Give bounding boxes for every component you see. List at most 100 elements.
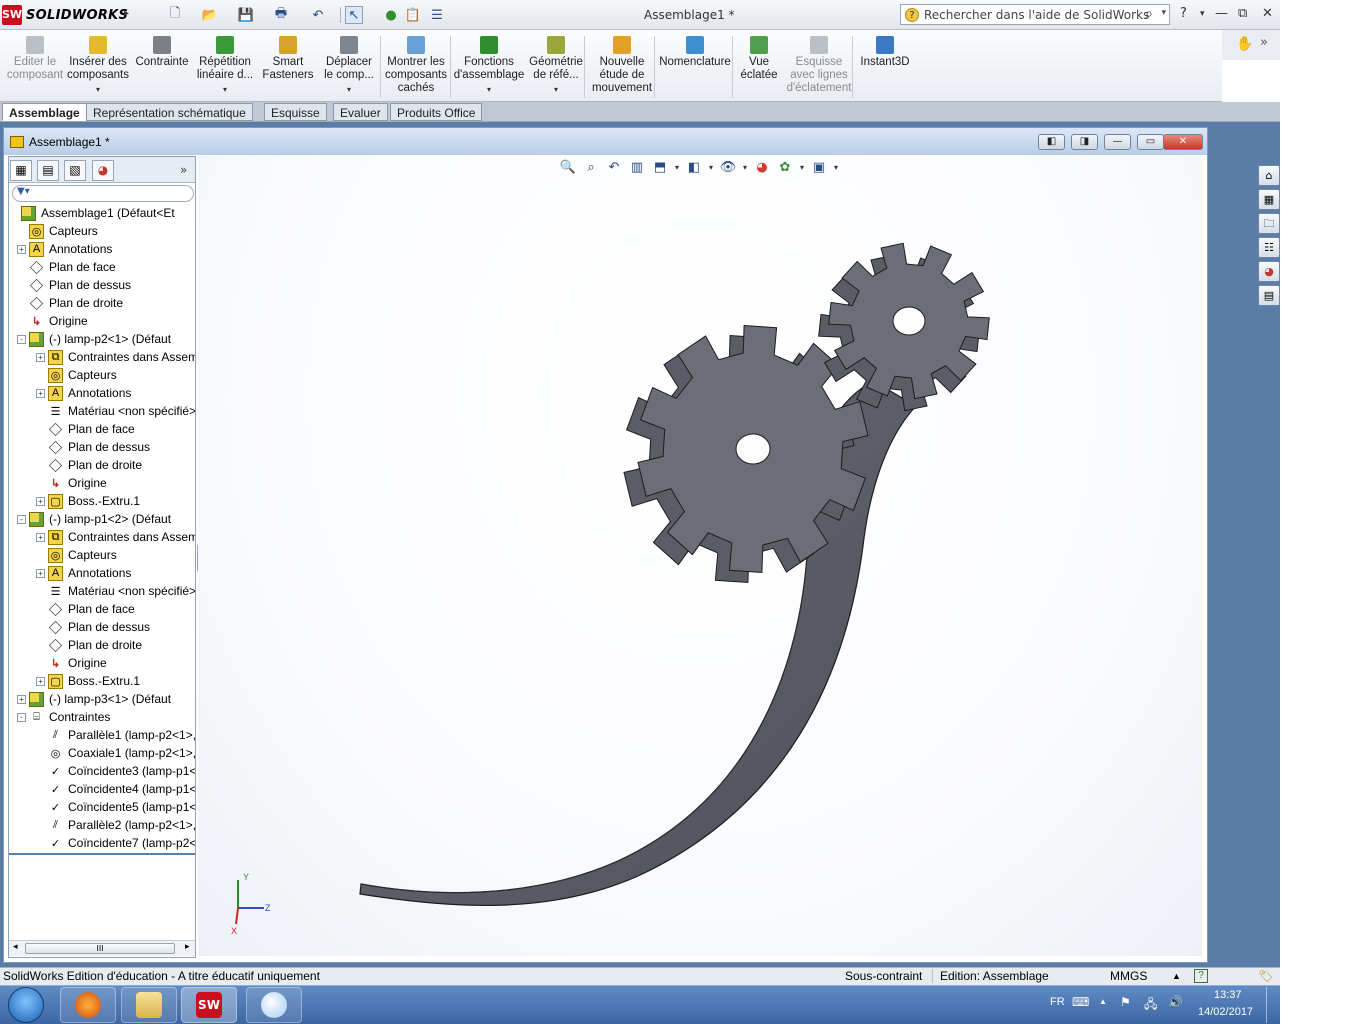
tree-item[interactable]: Plan de droite bbox=[17, 294, 123, 312]
tree-item[interactable]: ⫽ Parallèle1 (lamp-p2<1>, bbox=[36, 726, 195, 744]
featuremanager-tab-icon[interactable]: ▦ bbox=[10, 160, 32, 181]
help-status-icon[interactable]: ? bbox=[1194, 969, 1208, 983]
expand-icon[interactable]: + bbox=[36, 676, 45, 686]
language-indicator[interactable]: FR bbox=[1050, 996, 1065, 1008]
explorer-taskbar-button[interactable] bbox=[121, 987, 177, 1023]
clock-date[interactable]: 14/02/2017 bbox=[1198, 1006, 1253, 1018]
tree-item[interactable]: Plan de dessus bbox=[36, 438, 150, 456]
hide-show-items-icon[interactable]: 👁 bbox=[718, 159, 738, 177]
assembly-model[interactable] bbox=[198, 156, 1202, 956]
ribbon-button-show-hidden[interactable]: Montrer les composants cachés bbox=[385, 36, 447, 95]
expand-icon[interactable]: + bbox=[36, 532, 45, 542]
fm-horizontal-scrollbar[interactable]: ◂ III ▸ bbox=[9, 940, 195, 956]
fm-expand-icon[interactable]: » bbox=[180, 163, 187, 177]
tab-assemblage[interactable]: Assemblage bbox=[2, 103, 87, 121]
tab-representation-schematique[interactable]: Représentation schématique bbox=[86, 103, 253, 121]
clock-time[interactable]: 13:37 bbox=[1214, 989, 1242, 1001]
expand-icon[interactable]: + bbox=[36, 352, 45, 362]
network-icon[interactable]: 🖧 bbox=[1144, 995, 1157, 1016]
print-icon[interactable]: 🖶 bbox=[272, 6, 290, 24]
hide-show-dropdown-icon[interactable]: ▾ bbox=[741, 159, 749, 177]
tree-item[interactable]: ⫽ Parallèle2 (lamp-p2<1>, bbox=[36, 816, 195, 834]
doc-maximize-icon[interactable]: ▭ bbox=[1137, 134, 1164, 150]
tree-item[interactable]: ☰ Matériau <non spécifié> bbox=[36, 582, 195, 600]
tile-left-icon[interactable]: ◧ bbox=[1038, 134, 1065, 150]
tree-item[interactable]: + ▢ Boss.-Extru.1 bbox=[36, 492, 140, 510]
ribbon-button-explode-line-sketch[interactable]: Esquisse avec lignes d'éclatement bbox=[786, 36, 852, 95]
save-icon[interactable]: 💾 bbox=[237, 6, 255, 24]
tree-item[interactable]: + ⧉ Contraintes dans Assem bbox=[36, 528, 195, 546]
open-folder-icon[interactable]: 📂 bbox=[201, 6, 219, 24]
ribbon-button-edit-component[interactable]: Editer le composant bbox=[6, 36, 64, 82]
propertymanager-tab-icon[interactable]: ▤ bbox=[37, 160, 59, 181]
file-explorer-icon[interactable]: 🗀 bbox=[1258, 213, 1280, 234]
edit-appearance-icon[interactable]: ◕ bbox=[752, 159, 772, 177]
expand-icon[interactable]: + bbox=[36, 496, 45, 506]
tree-item[interactable]: ◎ Capteurs bbox=[17, 222, 98, 240]
minimize-icon[interactable]: — bbox=[1215, 6, 1228, 21]
action-center-flag-icon[interactable]: ⚑ bbox=[1120, 995, 1131, 1009]
help-menu-button[interactable]: ? bbox=[1180, 6, 1187, 21]
help-search-input[interactable]: ? Rechercher dans l'aide de SolidWorks ⌕… bbox=[900, 4, 1170, 25]
dropdown-arrow-icon[interactable]: ▾ bbox=[223, 83, 227, 96]
tab-esquisse[interactable]: Esquisse bbox=[264, 103, 327, 121]
dropdown-arrow-icon[interactable]: ▾ bbox=[96, 83, 100, 96]
previous-view-icon[interactable]: ↶ bbox=[604, 159, 624, 177]
tile-right-icon[interactable]: ◨ bbox=[1071, 134, 1098, 150]
solidworks-resources-icon[interactable]: ⌂ bbox=[1258, 165, 1280, 186]
tree-item[interactable]: ◎ Capteurs bbox=[36, 546, 117, 564]
ribbon-button-linear-pattern[interactable]: Répétition linéaire d... ▾ bbox=[194, 36, 256, 96]
tree-item[interactable]: ◎ Capteurs bbox=[36, 366, 117, 384]
display-style-dropdown-icon[interactable]: ▾ bbox=[707, 159, 715, 177]
scroll-left-icon[interactable]: ◂ bbox=[13, 942, 18, 952]
doc-close-icon[interactable]: ✕ bbox=[1163, 134, 1203, 150]
collapse-icon[interactable]: - bbox=[17, 514, 26, 524]
new-document-icon[interactable]: 🗋 bbox=[166, 6, 184, 24]
tree-item[interactable]: ◎ Coaxiale1 (lamp-p2<1>, bbox=[36, 744, 195, 762]
firefox-taskbar-button[interactable] bbox=[60, 987, 116, 1023]
keyboard-icon[interactable]: ⌨ bbox=[1072, 995, 1089, 1009]
rebuild-traffic-light-icon[interactable]: ● bbox=[382, 6, 400, 24]
tree-item[interactable]: ↳ Origine bbox=[17, 312, 88, 330]
solidworks-taskbar-button[interactable]: SW bbox=[181, 987, 237, 1023]
view-orientation-dropdown-icon[interactable]: ▾ bbox=[673, 159, 681, 177]
tree-item[interactable]: Plan de face bbox=[36, 600, 135, 618]
configurationmanager-tab-icon[interactable]: ▧ bbox=[64, 160, 86, 181]
help-dropdown-icon[interactable]: ▾ bbox=[1200, 9, 1205, 19]
zoom-to-area-icon[interactable]: ⌕ bbox=[581, 159, 601, 177]
tree-item[interactable]: ✓ Coïncidente4 (lamp-p1< bbox=[36, 780, 195, 798]
ribbon-button-reference-geometry[interactable]: Géométrie de réfé... ▾ bbox=[527, 36, 585, 96]
apply-scene-dropdown-icon[interactable]: ▾ bbox=[798, 159, 806, 177]
ribbon-expand-icon[interactable]: » bbox=[1260, 35, 1268, 50]
unit-system[interactable]: MMGS bbox=[1110, 969, 1147, 983]
tree-item[interactable]: Assemblage1 (Défaut<Et bbox=[9, 204, 175, 222]
tree-item[interactable]: ✓ Coïncidente3 (lamp-p1< bbox=[36, 762, 195, 780]
restore-icon[interactable]: ⧉ bbox=[1238, 6, 1247, 21]
tree-item[interactable]: + A Annotations bbox=[36, 564, 131, 582]
expand-icon[interactable]: + bbox=[17, 244, 26, 254]
tree-item[interactable]: ✓ Coïncidente7 (lamp-p2< bbox=[36, 834, 195, 852]
graphics-viewport[interactable]: Y Z X bbox=[198, 156, 1202, 956]
ribbon-button-insert-components[interactable]: Insérer des composants ▾ bbox=[66, 36, 130, 96]
windows-start-button[interactable] bbox=[8, 987, 44, 1023]
select-cursor-icon[interactable]: ↖ bbox=[345, 6, 363, 24]
tree-item[interactable]: - (-) lamp-p2<1> (Défaut bbox=[17, 330, 171, 348]
view-orientation-icon[interactable]: ⬒ bbox=[650, 159, 670, 177]
search-dropdown-icon[interactable]: ▾ bbox=[1161, 8, 1166, 18]
tree-item[interactable]: - (-) lamp-p1<2> (Défaut bbox=[17, 510, 171, 528]
tab-produits-office[interactable]: Produits Office bbox=[390, 103, 483, 121]
tree-item[interactable]: Plan de droite bbox=[36, 456, 142, 474]
close-icon[interactable]: ✕ bbox=[1262, 6, 1273, 21]
tree-item[interactable]: + (-) lamp-p3<1> (Défaut bbox=[17, 690, 171, 708]
doc-minimize-icon[interactable]: — bbox=[1104, 134, 1131, 150]
dropdown-arrow-icon[interactable]: ▾ bbox=[347, 83, 351, 96]
ribbon-button-mate[interactable]: Contrainte bbox=[134, 36, 190, 69]
displaymanager-tab-icon[interactable]: ◕ bbox=[92, 160, 114, 181]
collapse-icon[interactable]: - bbox=[17, 712, 26, 722]
ribbon-button-assembly-features[interactable]: Fonctions d'assemblage ▾ bbox=[454, 36, 524, 96]
units-up-arrow-icon[interactable]: ▲ bbox=[1172, 971, 1181, 981]
tree-item[interactable]: Plan de dessus bbox=[36, 618, 150, 636]
paint-taskbar-button[interactable] bbox=[246, 987, 302, 1023]
tree-filter-input[interactable]: ▼▾ bbox=[12, 185, 194, 202]
show-desktop-button[interactable] bbox=[1266, 987, 1267, 1023]
